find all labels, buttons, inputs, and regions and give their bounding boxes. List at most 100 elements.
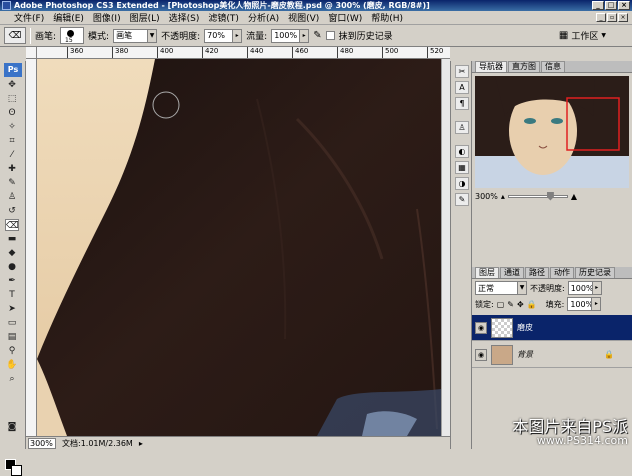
history-checkbox[interactable] — [325, 31, 335, 40]
zoom-out-icon[interactable]: ▴ — [501, 192, 505, 201]
opacity-field[interactable]: 70% ▸ — [204, 28, 243, 43]
quick-mask-icon[interactable]: ◙ — [5, 421, 19, 433]
visibility-eye-icon[interactable]: ◉ — [475, 348, 487, 361]
lock-pixels-icon[interactable]: ✎ — [507, 300, 514, 309]
menu-window[interactable]: 窗口(W) — [328, 11, 362, 24]
mode-dropdown[interactable]: 画笔 ▼ — [113, 28, 158, 43]
lock-transparency-icon[interactable]: ▢ — [497, 300, 505, 309]
hand-tool-icon[interactable]: ✋ — [5, 359, 19, 371]
chevron-right-icon[interactable]: ▸ — [139, 439, 143, 448]
layer-row[interactable]: ◉ 背景 🔒 — [472, 342, 632, 368]
watermark-line2: www.PS314.com — [536, 434, 628, 448]
maximize-button[interactable]: □ — [605, 1, 617, 10]
tool-preset-picker[interactable]: ⌫ — [4, 27, 26, 44]
marquee-tool-icon[interactable]: ⬚ — [5, 93, 19, 105]
layer-row-selected[interactable]: ◉ 磨皮 — [472, 315, 632, 341]
fill-field[interactable]: 100% ▸ — [567, 297, 602, 311]
image-canvas[interactable] — [37, 59, 441, 436]
tab-histogram[interactable]: 直方图 — [508, 61, 540, 72]
workspace-label[interactable]: 工作区 — [571, 29, 598, 42]
photo-closeup — [37, 59, 441, 436]
move-tool-icon[interactable]: ✥ — [5, 79, 19, 91]
navigator-zoom-value[interactable]: 300% — [475, 192, 498, 201]
ruler-tick: 420 — [202, 47, 218, 58]
brushes-icon[interactable]: ✎ — [455, 193, 469, 206]
path-selection-tool-icon[interactable]: ➤ — [5, 303, 19, 315]
menu-select[interactable]: 选择(S) — [169, 11, 200, 24]
portrait-thumbnail — [475, 76, 629, 188]
layer-opacity-field[interactable]: 100% ▸ — [567, 281, 602, 295]
tool-presets-icon[interactable]: ✂ — [455, 65, 469, 78]
zoom-tool-icon[interactable]: ⌕ — [5, 373, 19, 385]
doc-minimize-button[interactable]: _ — [596, 13, 606, 22]
blend-mode-dropdown[interactable]: 正常 ▼ — [475, 281, 527, 295]
menu-layer[interactable]: 图层(L) — [130, 11, 160, 24]
eyedropper-tool-icon[interactable]: ⚲ — [5, 345, 19, 357]
character-icon[interactable]: A — [455, 81, 469, 94]
vertical-scrollbar[interactable] — [441, 59, 450, 436]
slice-tool-icon[interactable]: ⁄ — [5, 149, 19, 161]
magic-wand-tool-icon[interactable]: ✧ — [5, 121, 19, 133]
lasso-tool-icon[interactable]: ʘ — [5, 107, 19, 119]
navigator-preview[interactable] — [475, 76, 629, 188]
menu-edit[interactable]: 编辑(E) — [53, 11, 84, 24]
crop-tool-icon[interactable]: ⌗ — [5, 135, 19, 147]
tab-actions[interactable]: 动作 — [550, 267, 574, 278]
lock-position-icon[interactable]: ✥ — [517, 300, 524, 309]
airbrush-icon[interactable]: ✎ — [313, 30, 321, 41]
horizontal-ruler[interactable]: 360 380 400 420 440 460 480 500 520 — [37, 47, 450, 59]
layer-opacity-label: 不透明度: — [530, 283, 565, 293]
clone-source-icon[interactable]: ♙ — [455, 121, 469, 134]
doc-close-button[interactable]: × — [618, 13, 628, 22]
paragraph-icon[interactable]: ¶ — [455, 97, 469, 110]
zoom-field[interactable]: 300% — [28, 437, 56, 449]
watermark: 本图片来自PS派 www.PS314.com — [512, 418, 628, 448]
menu-view[interactable]: 视图(V) — [288, 11, 319, 24]
doc-restore-button[interactable]: ▫ — [607, 13, 617, 22]
menu-bar: 文件(F) 编辑(E) 图像(I) 图层(L) 选择(S) 滤镜(T) 分析(A… — [0, 11, 632, 25]
dodge-tool-icon[interactable]: ● — [5, 261, 19, 273]
layer-name: 背景 — [517, 350, 533, 359]
menu-image[interactable]: 图像(I) — [93, 11, 121, 24]
healing-brush-tool-icon[interactable]: ✚ — [5, 163, 19, 175]
tab-history[interactable]: 历史记录 — [575, 267, 615, 278]
color-icon[interactable]: ◑ — [455, 177, 469, 190]
tab-channels[interactable]: 通道 — [500, 267, 524, 278]
brushes-palette-icon[interactable]: ▦ — [559, 30, 568, 41]
tab-layers[interactable]: 图层 — [475, 267, 499, 278]
menu-filter[interactable]: 滤镜(T) — [208, 11, 239, 24]
layer-opacity-value: 100% — [570, 283, 594, 293]
tab-info[interactable]: 信息 — [541, 61, 565, 72]
brush-picker[interactable]: 15 — [60, 27, 85, 44]
brush-tool-icon[interactable]: ✎ — [5, 177, 19, 189]
close-button[interactable]: × — [618, 1, 630, 10]
tab-navigator[interactable]: 导航器 — [475, 61, 507, 72]
opacity-label: 不透明度: — [161, 32, 201, 42]
vertical-ruler[interactable] — [26, 59, 37, 436]
type-tool-icon[interactable]: T — [5, 289, 19, 301]
background-color-swatch[interactable] — [11, 465, 22, 476]
blur-tool-icon[interactable]: ◆ — [5, 247, 19, 259]
lock-all-icon[interactable]: 🔒 — [527, 300, 537, 309]
swatches-icon[interactable]: ▦ — [455, 161, 469, 174]
eraser-tool-icon[interactable]: ⌫ — [5, 219, 19, 231]
opacity-value: 70% — [207, 31, 225, 40]
flow-field[interactable]: 100% ▸ — [271, 28, 310, 43]
tab-paths[interactable]: 路径 — [525, 267, 549, 278]
slider-knob[interactable] — [546, 191, 554, 201]
menu-analysis[interactable]: 分析(A) — [248, 11, 279, 24]
shape-tool-icon[interactable]: ▭ — [5, 317, 19, 329]
zoom-slider[interactable] — [507, 191, 568, 201]
ruler-origin[interactable] — [26, 47, 37, 59]
styles-icon[interactable]: ◐ — [455, 145, 469, 158]
clone-stamp-tool-icon[interactable]: ♙ — [5, 191, 19, 203]
menu-help[interactable]: 帮助(H) — [371, 11, 403, 24]
minimize-button[interactable]: _ — [592, 1, 604, 10]
zoom-in-icon[interactable]: ▲ — [571, 192, 577, 201]
history-brush-tool-icon[interactable]: ↺ — [5, 205, 19, 217]
gradient-tool-icon[interactable]: ▬ — [5, 233, 19, 245]
visibility-eye-icon[interactable]: ◉ — [475, 321, 487, 334]
notes-tool-icon[interactable]: ▤ — [5, 331, 19, 343]
menu-file[interactable]: 文件(F) — [14, 11, 44, 24]
pen-tool-icon[interactable]: ✒ — [5, 275, 19, 287]
